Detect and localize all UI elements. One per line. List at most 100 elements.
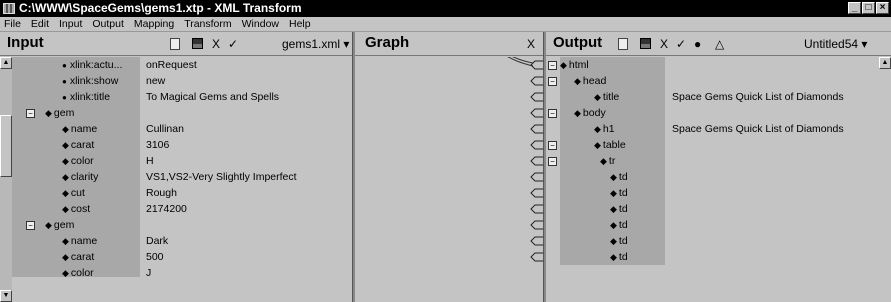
connector-icon[interactable] [530,124,543,134]
tree-row[interactable]: carat 500 [0,249,352,265]
element-label: body [574,105,606,121]
delta-icon[interactable]: △ [715,38,724,50]
connector-icon[interactable] [530,140,543,150]
maximize-button[interactable]: □ [862,2,875,14]
scroll-down-icon[interactable]: ▼ [0,290,12,302]
tree-row[interactable]: color H [0,153,352,169]
tree-row[interactable]: h1 Space Gems Quick List of Diamonds [546,121,876,137]
collapse-icon[interactable]: − [548,141,557,150]
collapse-icon[interactable]: − [548,109,557,118]
collapse-icon[interactable]: − [26,109,35,118]
tree-row[interactable]: title Space Gems Quick List of Diamonds [546,89,876,105]
element-value: Space Gems Quick List of Diamonds [672,91,844,103]
connector-icon[interactable] [530,188,543,198]
tree-row[interactable]: color J [0,265,352,281]
tree-row[interactable]: clarity VS1,VS2-Very Slightly Imperfect [0,169,352,185]
attribute-label: xlink:title [62,89,110,106]
element-value: 2174200 [146,203,187,215]
close-x-icon[interactable]: X [212,38,220,50]
connector-icon[interactable] [530,76,543,86]
tree-row[interactable]: − table [546,137,876,153]
graph-panel-header: Graph X [355,32,543,56]
connector-icon[interactable] [530,60,543,70]
minimize-button[interactable]: _ [848,2,861,14]
tree-row[interactable]: td [546,233,876,249]
tree-row[interactable]: td [546,185,876,201]
tree-row[interactable]: xlink:actu... onRequest [0,57,352,73]
scroll-thumb[interactable] [0,115,12,177]
close-button[interactable]: × [876,2,889,14]
input-file-dropdown[interactable]: gems1.xml ▾ [282,37,349,51]
connector-icon[interactable] [530,172,543,182]
check-icon[interactable]: ✓ [676,38,686,50]
tree-group-row[interactable]: − gem [0,105,352,121]
menu-item-transform[interactable]: Transform [184,17,231,31]
tree-row[interactable]: td [546,169,876,185]
collapse-icon[interactable]: − [26,221,35,230]
save-icon[interactable] [640,38,651,49]
connector-icon[interactable] [530,108,543,118]
tree-row[interactable]: − tr [546,153,876,169]
tree-row[interactable]: name Dark [0,233,352,249]
tree-row[interactable]: td [546,217,876,233]
scroll-up-icon[interactable]: ▲ [879,57,891,69]
element-value: 500 [146,251,164,263]
connector-icon[interactable] [530,236,543,246]
graph-canvas [507,57,543,262]
element-label: html [560,57,589,73]
input-tree: xlink:actu... onRequest xlink:shownewxlink… [0,57,352,302]
menu-item-mapping[interactable]: Mapping [134,17,174,31]
collapse-icon[interactable]: − [548,61,557,70]
element-label: cut [62,185,85,201]
tree-row[interactable]: −html [546,57,876,73]
connector-icon[interactable] [530,156,543,166]
tree-row[interactable]: xlink:show new [0,73,352,89]
input-panel-header: Input X ✓ gems1.xml ▾ [0,32,352,56]
element-label: td [610,217,628,233]
menu-item-file[interactable]: File [4,17,21,31]
element-label: td [610,169,628,185]
element-label: td [610,201,628,217]
properties-icon[interactable] [618,38,628,50]
input-scrollbar[interactable]: ▲ ▼ [0,57,12,302]
tree-row[interactable]: cost 2174200 [0,201,352,217]
tree-group-row[interactable]: − gem [0,217,352,233]
connector-icon[interactable] [530,220,543,230]
element-label: td [610,185,628,201]
tree-row[interactable]: xlink:title To Magical Gems and Spells [0,89,352,105]
output-file-dropdown[interactable]: Untitled54 ▾ [804,37,867,51]
check-icon[interactable]: ✓ [228,38,238,50]
element-value: onRequest [146,59,197,71]
connector-icon[interactable] [530,92,543,102]
element-label: clarity [62,169,98,185]
tree-row[interactable]: cut Rough [0,185,352,201]
menu-item-help[interactable]: Help [289,17,311,31]
save-icon[interactable] [192,38,203,49]
graph-close-button[interactable]: X [527,38,535,50]
chevron-down-icon: ▾ [343,37,350,51]
tree-row[interactable]: − body [546,105,876,121]
connector-icon[interactable] [530,204,543,214]
element-value: J [146,267,152,279]
attribute-label: xlink:actu... [62,57,123,74]
menu-item-output[interactable]: Output [92,17,124,31]
element-label: head [574,73,606,89]
connector-icon[interactable] [530,252,543,262]
tree-row[interactable]: carat 3106 [0,137,352,153]
collapse-icon[interactable]: − [548,157,557,166]
tree-row[interactable]: td [546,249,876,265]
tree-row[interactable]: name Cullinan [0,121,352,137]
preview-icon[interactable]: ● [694,38,701,50]
output-scrollbar[interactable]: ▲ [879,57,891,302]
collapse-icon[interactable]: − [548,77,557,86]
properties-icon[interactable] [170,38,180,50]
menu-item-input[interactable]: Input [59,17,82,31]
menu-item-edit[interactable]: Edit [31,17,49,31]
tree-row[interactable]: − head [546,73,876,89]
scroll-up-icon[interactable]: ▲ [0,57,12,69]
element-label: td [610,233,628,249]
menu-item-window[interactable]: Window [242,17,279,31]
close-x-icon[interactable]: X [660,38,668,50]
menu-bar: File Edit Input Output Mapping Transform Windo… [0,17,891,32]
tree-row[interactable]: td [546,201,876,217]
